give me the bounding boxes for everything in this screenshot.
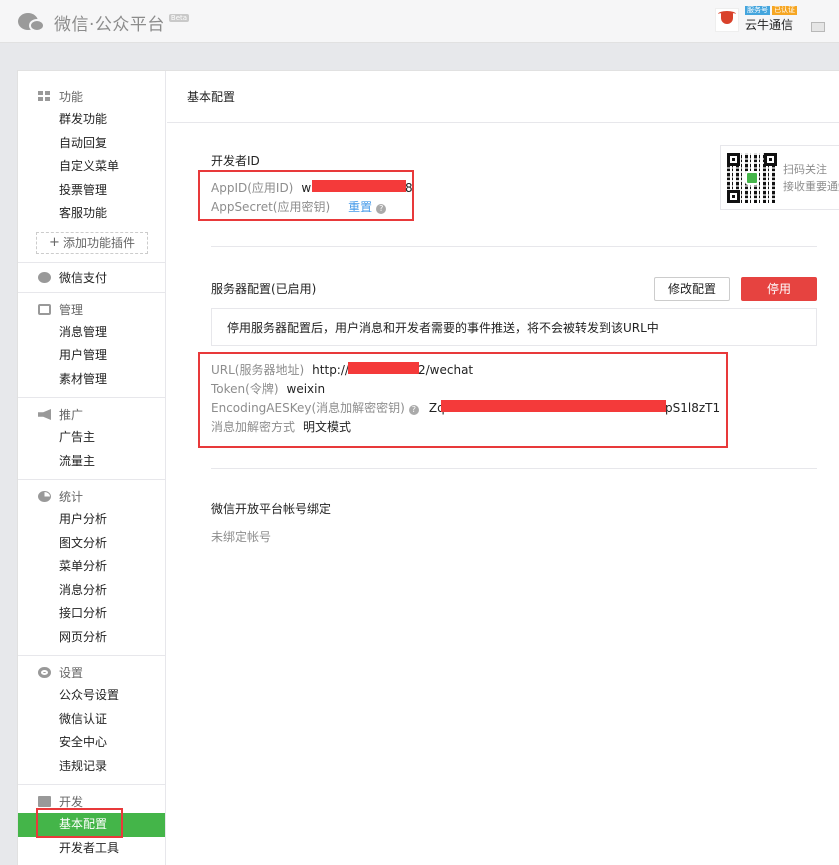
sidebar-section-manage: 管理 消息管理 用户管理 素材管理: [18, 293, 165, 398]
sidebar-section-header: 管理: [18, 298, 165, 321]
logo[interactable]: 微信·公众平台 Beta: [18, 10, 190, 35]
help-icon[interactable]: ?: [376, 204, 387, 214]
sidebar-section-header: 推广: [18, 403, 165, 426]
main-container: 功能 群发功能 自动回复 自定义菜单 投票管理 客服功能 + 添加功能插件 微信…: [17, 70, 839, 865]
page-title: 基本配置: [167, 71, 839, 123]
url-label: URL(服务器地址): [211, 363, 305, 377]
token-label: Token(令牌): [211, 382, 279, 396]
sidebar-item-verification[interactable]: 微信认证: [18, 708, 165, 732]
token-value: weixin: [286, 382, 326, 396]
sidebar-section-header[interactable]: 微信支付: [18, 266, 165, 289]
appid-label: AppID(应用ID): [211, 181, 294, 195]
top-bar: 微信·公众平台 Beta 服务号 已认证 云牛通信: [0, 0, 839, 43]
appsecret-label: AppSecret(应用密钥): [211, 200, 331, 214]
sidebar-section-promote: 推广 广告主 流量主: [18, 398, 165, 480]
inbox-icon: [38, 303, 51, 315]
pie-icon: [38, 491, 51, 502]
sidebar-item-vote[interactable]: 投票管理: [18, 179, 165, 203]
developer-id-heading: 开发者ID: [211, 154, 260, 168]
help-icon[interactable]: ?: [408, 405, 419, 415]
account-name[interactable]: 云牛通信: [745, 16, 797, 33]
sidebar-section-stats: 统计 用户分析 图文分析 菜单分析 消息分析 接口分析 网页分析: [18, 480, 165, 656]
sidebar-item-article-analysis[interactable]: 图文分析: [18, 532, 165, 556]
sidebar-section-pay[interactable]: 微信支付: [18, 263, 165, 293]
sidebar-item-security[interactable]: 安全中心: [18, 731, 165, 755]
appid-suffix: 8: [405, 181, 413, 195]
sidebar-item-web-analysis[interactable]: 网页分析: [18, 626, 165, 650]
appsecret-row: AppSecret(应用密钥) 重置?: [211, 198, 411, 217]
account-info[interactable]: 服务号 已认证 云牛通信: [715, 6, 825, 33]
server-notice: 停用服务器配置后，用户消息和开发者需要的事件推送，将不会被转发到该URL中: [211, 308, 817, 346]
divider: [211, 468, 817, 469]
qr-text: 扫码关注 接收重要通知: [783, 162, 839, 193]
logo-text: 微信·公众平台: [54, 15, 165, 35]
aes-key-suffix: pS1l8zT1: [665, 401, 721, 415]
sidebar-item-users[interactable]: 用户管理: [18, 344, 165, 368]
sidebar-section-features: 功能 群发功能 自动回复 自定义菜单 投票管理 客服功能 + 添加功能插件: [18, 71, 165, 263]
aes-key-label: EncodingAESKey(消息加解密密钥): [211, 401, 405, 415]
qr-code: [727, 152, 777, 203]
gear-icon: [38, 667, 51, 678]
encrypt-mode-value: 明文模式: [303, 420, 352, 434]
mail-icon[interactable]: [811, 21, 825, 32]
sidebar-section-settings: 设置 公众号设置 微信认证 安全中心 违规记录: [18, 656, 165, 785]
appid-value: w: [301, 181, 312, 195]
sidebar-item-menu-analysis[interactable]: 菜单分析: [18, 555, 165, 579]
qr-notice-box: 扫码关注 接收重要通知: [720, 145, 839, 210]
sidebar-item-user-analysis[interactable]: 用户分析: [18, 508, 165, 532]
sidebar-section-header: 功能: [18, 85, 165, 108]
pay-icon: [38, 271, 51, 283]
main-panel: 基本配置 开发者ID AppID(应用ID) w 8 AppSecret(应用密钥…: [167, 71, 839, 865]
wechat-logo-icon: [18, 12, 48, 34]
plus-icon: +: [49, 235, 60, 250]
sidebar-item-mass-send[interactable]: 群发功能: [18, 108, 165, 132]
sidebar-item-customer-service[interactable]: 客服功能: [18, 202, 165, 226]
modify-config-button[interactable]: 修改配置: [654, 277, 730, 301]
server-config-heading: 服务器配置(已启用): [211, 282, 317, 296]
avatar[interactable]: [715, 7, 739, 32]
url-value: http://: [312, 363, 349, 377]
encrypt-mode-label: 消息加解密方式: [211, 420, 296, 434]
open-platform-status: 未绑定帐号: [211, 530, 272, 544]
highlight-box: [36, 808, 123, 838]
encrypt-mode-row: 消息加解密方式 明文模式: [211, 418, 711, 437]
token-row: Token(令牌) weixin: [211, 380, 711, 399]
sidebar-section-header: 统计: [18, 485, 165, 508]
sidebar: 功能 群发功能 自动回复 自定义菜单 投票管理 客服功能 + 添加功能插件 微信…: [18, 71, 166, 865]
sidebar-item-materials[interactable]: 素材管理: [18, 368, 165, 392]
add-plugin-button[interactable]: + 添加功能插件: [36, 231, 148, 254]
sidebar-item-dev-tools[interactable]: 开发者工具: [18, 837, 165, 861]
sidebar-item-messages[interactable]: 消息管理: [18, 321, 165, 345]
megaphone-icon: [38, 409, 51, 420]
reset-link[interactable]: 重置: [348, 200, 372, 214]
sidebar-item-account-settings[interactable]: 公众号设置: [18, 684, 165, 708]
open-platform-heading: 微信开放平台帐号绑定: [211, 502, 332, 516]
disable-button[interactable]: 停用: [741, 277, 817, 301]
beta-badge: Beta: [168, 13, 190, 22]
redaction-mask: [312, 180, 406, 192]
sidebar-item-auto-reply[interactable]: 自动回复: [18, 132, 165, 156]
sidebar-item-message-analysis[interactable]: 消息分析: [18, 579, 165, 603]
sidebar-item-custom-menu[interactable]: 自定义菜单: [18, 155, 165, 179]
url-suffix: 2/wechat: [418, 363, 474, 377]
grid-icon: [38, 91, 51, 102]
sidebar-item-publisher[interactable]: 流量主: [18, 450, 165, 474]
code-icon: [38, 796, 51, 807]
sidebar-section-header: 设置: [18, 661, 165, 684]
sidebar-item-violations[interactable]: 违规记录: [18, 755, 165, 779]
sidebar-item-api-analysis[interactable]: 接口分析: [18, 602, 165, 626]
redaction-mask: [348, 362, 419, 374]
redaction-mask: [441, 400, 666, 412]
divider: [211, 246, 817, 247]
verified-badge: 已认证: [772, 6, 797, 15]
wechat-icon: [745, 170, 759, 185]
account-type-badge: 服务号: [745, 6, 770, 15]
sidebar-item-advertiser[interactable]: 广告主: [18, 426, 165, 450]
